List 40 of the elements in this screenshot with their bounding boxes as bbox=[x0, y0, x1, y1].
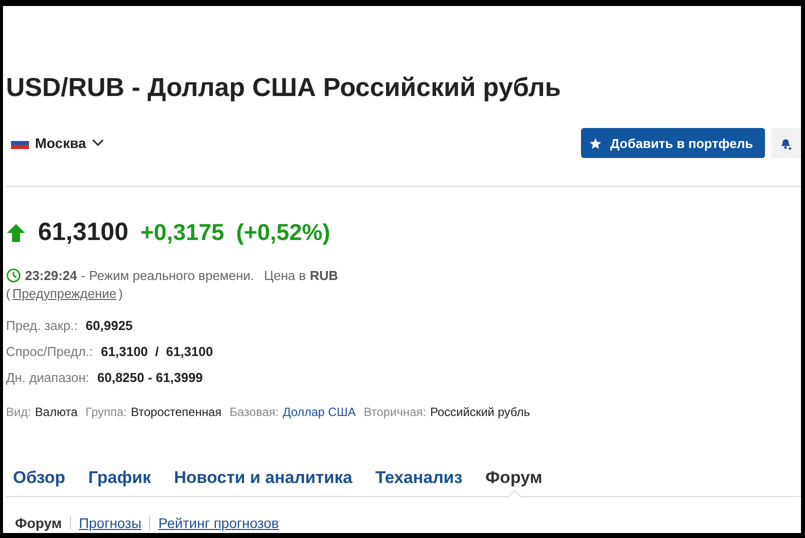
info-value: Второстепенная bbox=[130, 405, 222, 419]
price-change: +0,3175 bbox=[140, 219, 224, 246]
stat-label: Спрос/Предл.: bbox=[6, 343, 93, 361]
sub-tab[interactable]: Прогнозы bbox=[78, 515, 142, 531]
warning-link[interactable]: Предупреждение bbox=[12, 286, 116, 301]
info-value: Валюта bbox=[35, 405, 78, 419]
info-value: Российский рубль bbox=[430, 405, 530, 419]
info-label: Вторичная: bbox=[364, 405, 426, 419]
info-label: Группа: bbox=[86, 405, 127, 419]
price-change-percent: (+0,52%) bbox=[236, 219, 330, 246]
stat-label: Дн. диапазон: bbox=[6, 369, 90, 387]
add-alert-button[interactable] bbox=[771, 128, 801, 158]
paren-open: ( bbox=[6, 286, 10, 301]
stat-label: Пред. закр.: bbox=[6, 317, 78, 335]
clock-icon bbox=[6, 268, 21, 283]
page-title: USD/RUB - Доллар США Российский рубль bbox=[6, 71, 562, 104]
info-label: Базовая: bbox=[230, 405, 279, 419]
nav-tab[interactable]: Теханализ bbox=[375, 468, 462, 488]
arrow-up-icon bbox=[6, 222, 26, 242]
currency-label: Цена в bbox=[264, 268, 306, 283]
info-link[interactable]: Доллар США bbox=[282, 405, 356, 419]
nav-tab[interactable]: Новости и аналитика bbox=[174, 468, 352, 488]
nav-tab[interactable]: График bbox=[88, 468, 151, 488]
currency-code: RUB bbox=[310, 268, 338, 283]
realtime-mode: - Режим реального времени. bbox=[81, 268, 254, 283]
chevron-down-icon bbox=[92, 139, 104, 147]
stat-value: 60,8250 - 61,3999 bbox=[97, 369, 203, 387]
stat-value: 60,9925 bbox=[86, 317, 133, 335]
info-label: Вид: bbox=[6, 405, 32, 419]
sub-tab[interactable]: Рейтинг прогнозов bbox=[158, 515, 279, 531]
paren-close: ) bbox=[118, 286, 123, 301]
location-dropdown[interactable]: Москва bbox=[6, 135, 104, 151]
add-to-portfolio-button[interactable]: Добавить в портфель bbox=[581, 128, 765, 158]
nav-tab[interactable]: Форум bbox=[485, 468, 542, 488]
nav-tab[interactable]: Обзор bbox=[13, 468, 66, 488]
star-icon bbox=[589, 136, 602, 150]
sub-tab[interactable]: Форум bbox=[15, 515, 62, 531]
stat-value: 61,3100 / 61,3100 bbox=[100, 343, 213, 361]
price: 61,3100 bbox=[38, 218, 128, 247]
update-time: 23:29:24 bbox=[25, 268, 78, 283]
